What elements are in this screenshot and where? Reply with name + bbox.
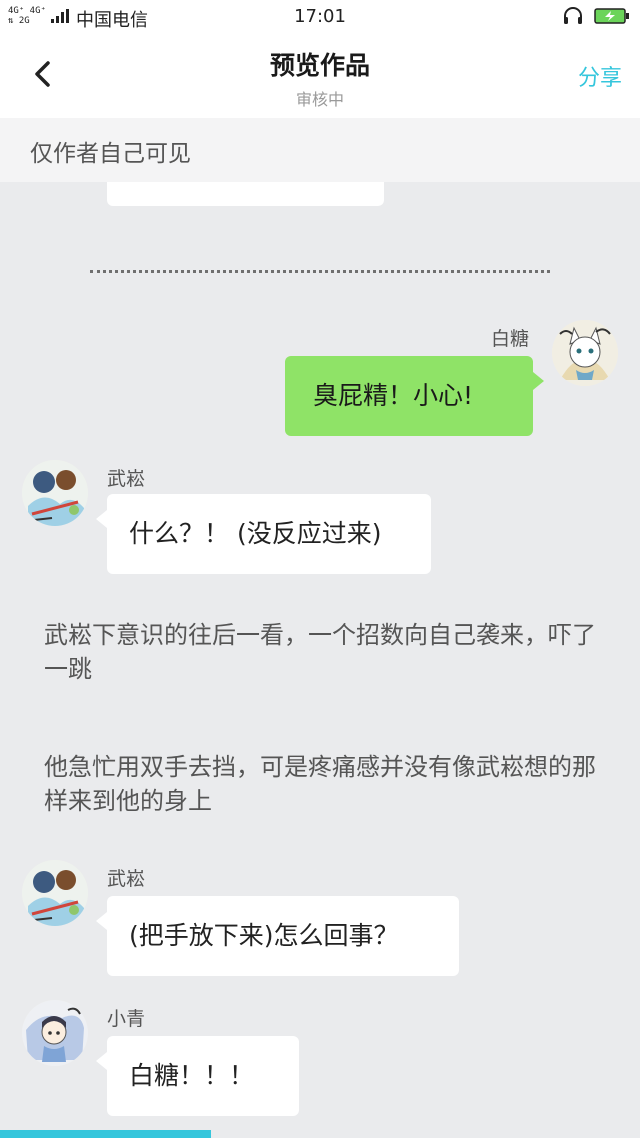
narration-text: 武崧下意识的往后一看，一个招数向自己袭来，吓了一跳 [44,621,596,683]
avatar-icon[interactable] [552,320,618,386]
avatar-icon[interactable] [22,460,88,526]
nav-bar: 预览作品 审核中 分享 [0,34,640,118]
message-bubble[interactable]: 臭屁精！小心! [285,356,544,436]
status-bar: 4G⁺ 4G⁺ ⇅ 2G 中国电信 17:01 [0,0,640,34]
avatar-icon[interactable] [22,860,88,926]
reading-progress-bar [0,1130,640,1138]
review-status: 审核中 [295,90,344,109]
avatar-icon[interactable] [22,1000,88,1066]
share-button[interactable]: 分享 [578,60,622,92]
clock: 17:01 [294,6,346,27]
speaker-name: 武崧 [107,868,146,890]
speaker-name: 小青 [107,1008,146,1030]
page-title: 预览作品 [269,51,370,80]
headset-icon [564,7,582,24]
visibility-notice-text: 仅作者自己可见 [30,141,191,167]
speaker-name: 武崧 [107,468,146,490]
message-bubble[interactable]: (把手放下来)怎么回事？ [96,896,459,976]
message-bubble[interactable]: 白糖！！！ [96,1036,299,1116]
speaker-name: 白糖 [491,328,530,350]
message-bubble[interactable]: 什么？！ (没反应过来) [96,494,431,574]
battery-charging-icon [594,8,629,24]
visibility-notice: 仅作者自己可见 [0,118,640,182]
reading-progress-fill [0,1130,212,1138]
story-content[interactable]: 白糖 臭屁精！小心! 武崧 什么？！ (没反应过来) 武崧下意识的往后一看，一个… [0,118,640,1138]
section-divider [90,270,550,273]
narration-text: 他急忙用双手去挡，可是疼痛感并没有像武崧想的那样来到他的身上 [44,753,596,815]
